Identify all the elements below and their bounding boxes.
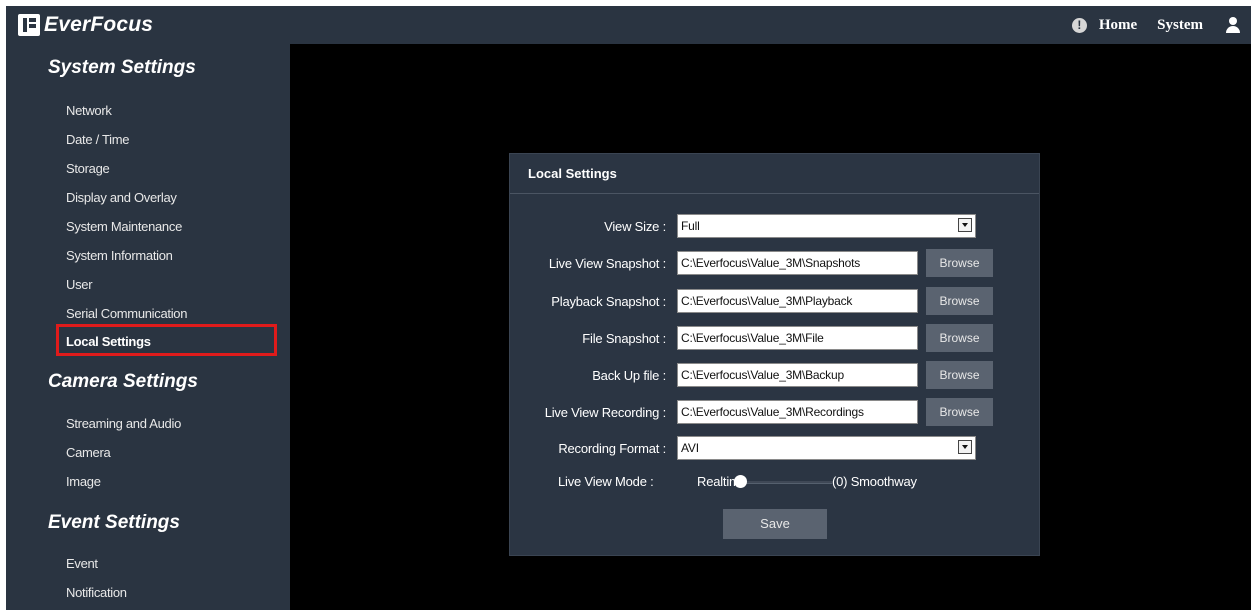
- local-settings-panel: Local Settings View Size : Full Live Vie…: [509, 153, 1040, 556]
- top-bar: EverFocus ! Home System: [6, 6, 1251, 44]
- everfocus-logo-icon: [18, 14, 40, 36]
- live-view-mode-slider-thumb[interactable]: [734, 475, 747, 488]
- recording-format-label: Recording Format :: [558, 441, 666, 456]
- sidebar-item-display-overlay[interactable]: Display and Overlay: [66, 190, 177, 205]
- file-snapshot-label: File Snapshot :: [582, 331, 666, 346]
- chevron-down-icon[interactable]: [958, 218, 972, 232]
- sidebar-item-image[interactable]: Image: [66, 474, 101, 489]
- view-size-label: View Size :: [604, 219, 666, 234]
- view-size-select[interactable]: Full: [677, 214, 976, 238]
- live-view-mode-slider-track[interactable]: [738, 481, 832, 484]
- live-view-recording-field[interactable]: C:\Everfocus\Value_3M\Recordings: [677, 400, 918, 424]
- brand-name: EverFocus: [44, 13, 154, 36]
- back-up-file-field[interactable]: C:\Everfocus\Value_3M\Backup: [677, 363, 918, 387]
- nav-home-link[interactable]: Home: [1099, 17, 1137, 34]
- section-title-event-settings: Event Settings: [48, 512, 180, 533]
- save-button[interactable]: Save: [723, 509, 827, 539]
- sidebar-item-user[interactable]: User: [66, 277, 93, 292]
- chevron-down-icon[interactable]: [958, 440, 972, 454]
- sidebar-item-system-maintenance[interactable]: System Maintenance: [66, 219, 182, 234]
- file-snapshot-browse-button[interactable]: Browse: [926, 324, 993, 352]
- sidebar-item-storage[interactable]: Storage: [66, 161, 110, 176]
- nav-system-link[interactable]: System: [1157, 17, 1203, 34]
- section-title-camera-settings: Camera Settings: [48, 371, 198, 392]
- live-view-recording-label: Live View Recording :: [544, 405, 666, 420]
- view-size-value: Full: [681, 219, 700, 233]
- sidebar-item-notification[interactable]: Notification: [66, 585, 127, 600]
- sidebar-item-system-information[interactable]: System Information: [66, 248, 173, 263]
- live-view-recording-browse-button[interactable]: Browse: [926, 398, 993, 426]
- info-circle-icon[interactable]: !: [1071, 17, 1087, 33]
- sidebar-item-network[interactable]: Network: [66, 103, 112, 118]
- sidebar-item-local-settings[interactable]: Local Settings: [66, 334, 151, 349]
- top-nav: ! Home System: [1071, 6, 1241, 44]
- sidebar-item-event[interactable]: Event: [66, 556, 98, 571]
- app-window: EverFocus ! Home System System Settings …: [6, 6, 1251, 610]
- playback-snapshot-label: Playback Snapshot :: [551, 294, 666, 309]
- back-up-file-browse-button[interactable]: Browse: [926, 361, 993, 389]
- playback-snapshot-field[interactable]: C:\Everfocus\Value_3M\Playback: [677, 289, 918, 313]
- sidebar-item-streaming-audio[interactable]: Streaming and Audio: [66, 416, 181, 431]
- user-icon[interactable]: [1225, 17, 1241, 33]
- section-title-system-settings: System Settings: [48, 57, 196, 78]
- recording-format-value: AVI: [681, 441, 699, 455]
- brand-logo[interactable]: EverFocus: [18, 12, 153, 38]
- sidebar-item-camera[interactable]: Camera: [66, 445, 111, 460]
- back-up-file-label: Back Up file :: [592, 368, 666, 383]
- sidebar: System Settings Network Date / Time Stor…: [6, 44, 290, 610]
- live-view-snapshot-label: Live View Snapshot :: [548, 256, 666, 271]
- playback-snapshot-browse-button[interactable]: Browse: [926, 287, 993, 315]
- live-view-snapshot-browse-button[interactable]: Browse: [926, 249, 993, 277]
- live-view-mode-value: (0) Smoothway: [832, 474, 917, 489]
- live-view-snapshot-field[interactable]: C:\Everfocus\Value_3M\Snapshots: [677, 251, 918, 275]
- live-view-mode-label: Live View Mode :: [558, 474, 654, 489]
- panel-header: Local Settings: [510, 154, 1039, 194]
- panel-title: Local Settings: [528, 166, 617, 181]
- file-snapshot-field[interactable]: C:\Everfocus\Value_3M\File: [677, 326, 918, 350]
- sidebar-item-serial-communication[interactable]: Serial Communication: [66, 306, 187, 321]
- recording-format-select[interactable]: AVI: [677, 436, 976, 460]
- sidebar-item-date-time[interactable]: Date / Time: [66, 132, 129, 147]
